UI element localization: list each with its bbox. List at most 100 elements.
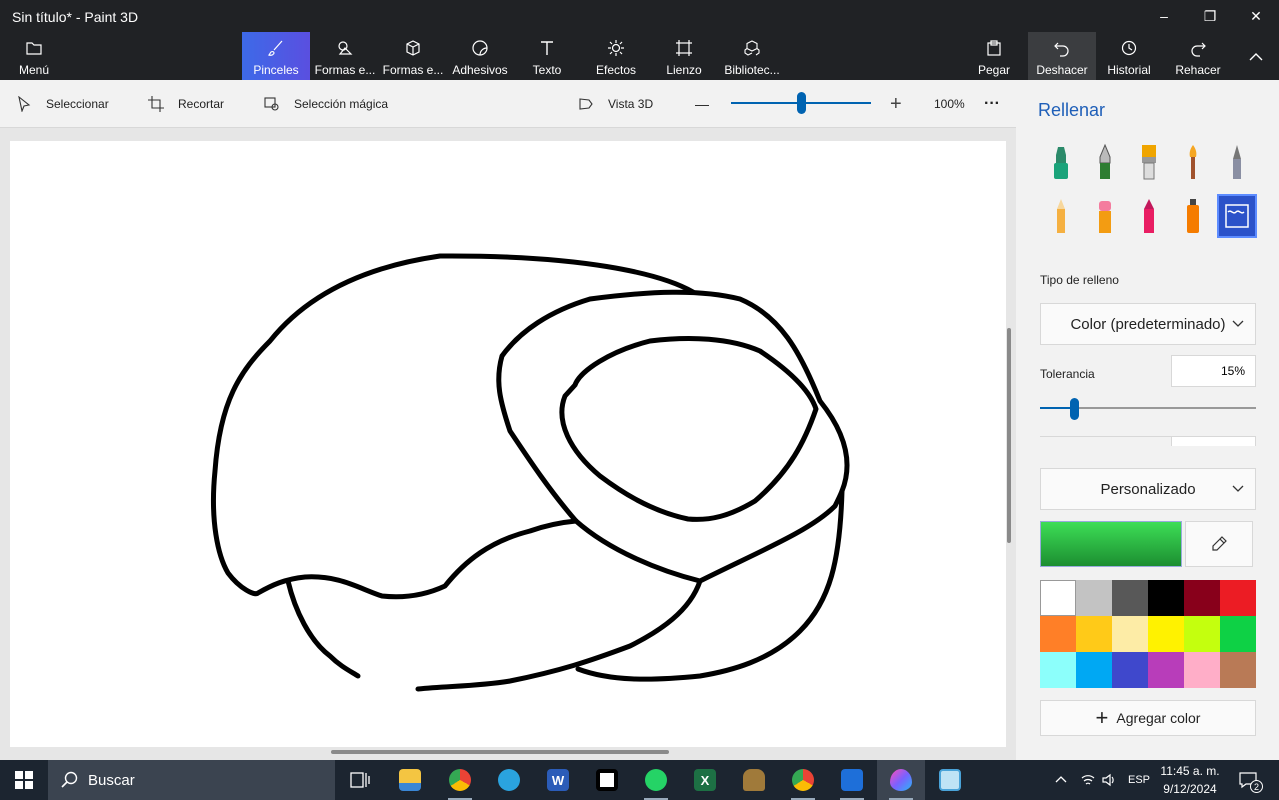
wifi-icon[interactable] — [1080, 760, 1096, 800]
search-icon — [61, 771, 78, 788]
pixel-pen-icon[interactable] — [1217, 140, 1257, 184]
crayon-icon[interactable] — [1129, 194, 1169, 238]
undo-button[interactable]: Deshacer — [1028, 32, 1096, 80]
tab-label: Bibliotec... — [724, 63, 780, 77]
calligraphy-pen-icon[interactable] — [1085, 140, 1125, 184]
chrome-icon[interactable] — [779, 760, 827, 800]
collapse-ribbon-button[interactable] — [1236, 32, 1276, 80]
3d-library-icon — [744, 40, 760, 56]
palette-swatch[interactable] — [1040, 580, 1076, 616]
marker-icon[interactable] — [1041, 140, 1081, 184]
drawing-strokes — [210, 253, 850, 692]
clock[interactable]: 11:45 a. m. 9/12/2024 — [1155, 762, 1225, 798]
eraser-icon[interactable] — [1085, 194, 1125, 238]
drawing-canvas[interactable] — [10, 141, 1006, 747]
palette-swatch[interactable] — [1148, 580, 1184, 616]
palette-swatch[interactable] — [1184, 580, 1220, 616]
brush-icon — [267, 40, 283, 56]
tab-brushes[interactable]: Pinceles — [242, 32, 310, 80]
photos-icon[interactable] — [828, 760, 876, 800]
show-hidden-icons[interactable] — [1055, 760, 1067, 800]
zoom-out-button[interactable]: — — [695, 80, 709, 128]
tab-2d-shapes[interactable]: Formas e... — [312, 32, 378, 80]
file-explorer-icon[interactable] — [386, 760, 434, 800]
restore-button[interactable]: ❐ — [1187, 0, 1233, 32]
palette-swatch[interactable] — [1220, 652, 1256, 688]
palette-swatch[interactable] — [1112, 616, 1148, 652]
color-palette — [1040, 580, 1256, 688]
tab-label: Formas e... — [314, 63, 376, 77]
horizontal-scrollbar[interactable] — [331, 750, 669, 754]
chrome-icon[interactable] — [436, 760, 484, 800]
whatsapp-icon[interactable] — [632, 760, 680, 800]
vertical-scrollbar[interactable] — [1007, 328, 1011, 543]
tab-library[interactable]: Bibliotec... — [720, 32, 784, 80]
tab-effects[interactable]: Efectos — [586, 32, 646, 80]
magic-select-icon — [264, 97, 279, 111]
tab-canvas[interactable]: Lienzo — [656, 32, 712, 80]
paste-button[interactable]: Pegar — [970, 32, 1018, 80]
palette-swatch[interactable] — [1184, 616, 1220, 652]
excel-icon[interactable]: X — [681, 760, 729, 800]
fill-type-dropdown[interactable]: Color (predeterminado) — [1040, 303, 1256, 345]
palette-swatch[interactable] — [1040, 616, 1076, 652]
minimize-button[interactable]: – — [1141, 0, 1187, 32]
title-bar: Sin título* - Paint 3D – ❐ ✕ Menú Pincel… — [0, 0, 1279, 80]
undo-label: Deshacer — [1036, 63, 1088, 77]
palette-swatch[interactable] — [1040, 652, 1076, 688]
notepad-icon[interactable] — [926, 760, 974, 800]
capcut-icon[interactable] — [583, 760, 631, 800]
tab-3d-shapes[interactable]: Formas e... — [380, 32, 446, 80]
volume-icon[interactable] — [1101, 760, 1117, 800]
language-indicator[interactable]: ESP — [1128, 760, 1150, 800]
telegram-icon[interactable] — [485, 760, 533, 800]
taskbar-search[interactable]: Buscar — [48, 760, 335, 800]
palette-swatch[interactable] — [1184, 652, 1220, 688]
palette-swatch[interactable] — [1220, 580, 1256, 616]
eyedropper-button[interactable] — [1185, 521, 1253, 567]
oil-brush-icon[interactable] — [1129, 140, 1169, 184]
zoom-slider[interactable] — [731, 92, 871, 114]
palette-swatch[interactable] — [1076, 580, 1112, 616]
palette-swatch[interactable] — [1148, 616, 1184, 652]
notifications-button[interactable]: 2 — [1238, 760, 1263, 800]
color-mode-dropdown[interactable]: Personalizado — [1040, 468, 1256, 510]
select-tool[interactable]: Seleccionar — [16, 80, 109, 128]
tolerance-slider-thumb[interactable] — [1070, 398, 1079, 420]
spray-can-icon[interactable] — [1173, 194, 1213, 238]
add-color-label: Agregar color — [1116, 710, 1201, 726]
pencil-icon[interactable] — [1041, 194, 1081, 238]
zoom-level: 100% — [934, 97, 965, 111]
zoom-slider-thumb[interactable] — [796, 92, 806, 114]
redo-button[interactable]: Rehacer — [1170, 32, 1226, 80]
watercolor-icon[interactable] — [1173, 140, 1213, 184]
close-button[interactable]: ✕ — [1233, 0, 1279, 32]
task-view-icon[interactable] — [336, 760, 384, 800]
app-helmet-icon[interactable] — [730, 760, 778, 800]
zoom-in-button[interactable]: + — [890, 80, 902, 128]
view-3d-toggle[interactable]: Vista 3D — [578, 80, 653, 128]
more-options-button[interactable]: ··· — [984, 80, 1000, 128]
tab-stickers[interactable]: Adhesivos — [448, 32, 512, 80]
palette-swatch[interactable] — [1112, 580, 1148, 616]
add-color-button[interactable]: + Agregar color — [1040, 700, 1256, 736]
tolerance-input[interactable]: 15% — [1171, 355, 1256, 387]
menu-button[interactable]: Menú — [10, 32, 58, 80]
word-icon[interactable]: W — [534, 760, 582, 800]
fill-panel: Rellenar Tipo de relleno Color (predeter… — [1016, 80, 1279, 760]
fill-icon[interactable] — [1217, 194, 1257, 238]
palette-swatch[interactable] — [1076, 652, 1112, 688]
palette-swatch[interactable] — [1076, 616, 1112, 652]
tab-text[interactable]: Texto — [518, 32, 576, 80]
crop-tool[interactable]: Recortar — [148, 80, 224, 128]
magic-select-tool[interactable]: Selección mágica — [264, 80, 388, 128]
palette-swatch[interactable] — [1112, 652, 1148, 688]
history-button[interactable]: Historial — [1100, 32, 1158, 80]
current-color-swatch[interactable] — [1040, 521, 1182, 567]
crop-label: Recortar — [178, 97, 225, 111]
palette-swatch[interactable] — [1148, 652, 1184, 688]
paint-3d-icon[interactable] — [877, 760, 925, 800]
tab-label: Adhesivos — [452, 63, 508, 77]
palette-swatch[interactable] — [1220, 616, 1256, 652]
start-button[interactable] — [0, 760, 48, 800]
